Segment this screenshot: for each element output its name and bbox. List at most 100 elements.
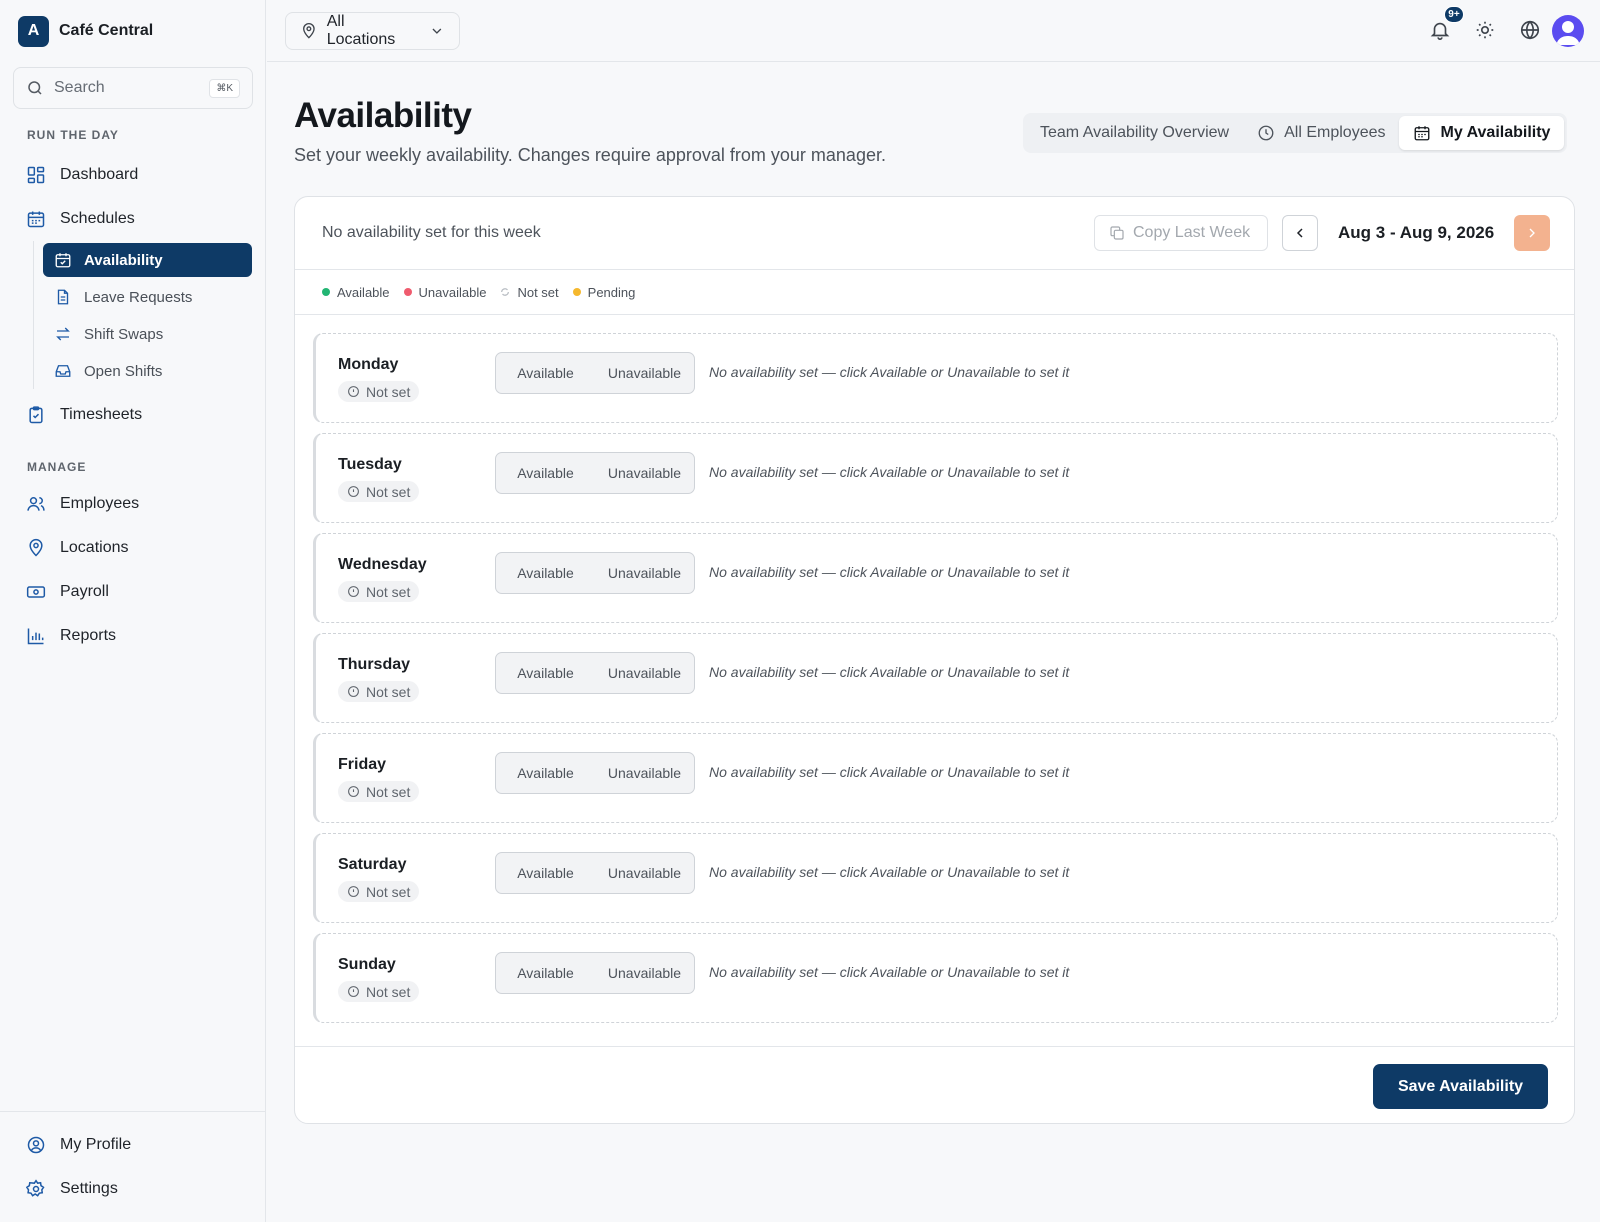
sidebar-item-leave-requests[interactable]: Leave Requests bbox=[43, 280, 252, 314]
availability-toggle: Available Unavailable bbox=[495, 952, 695, 994]
day-hint: No availability set — click Available or… bbox=[709, 964, 1070, 980]
tab-team-availability-overview[interactable]: Team Availability Overview bbox=[1026, 116, 1243, 150]
sidebar-item-schedules[interactable]: Schedules bbox=[26, 202, 135, 236]
sidebar-item-reports[interactable]: Reports bbox=[26, 619, 116, 653]
gear-icon bbox=[26, 1179, 45, 1197]
unavailable-button[interactable]: Unavailable bbox=[595, 865, 694, 881]
available-button[interactable]: Available bbox=[496, 665, 595, 681]
legend-label: Not set bbox=[517, 284, 559, 300]
unavailable-button[interactable]: Unavailable bbox=[595, 665, 694, 681]
info-circle-icon bbox=[348, 486, 359, 497]
week-status-text: No availability set for this week bbox=[322, 224, 541, 241]
search-placeholder: Search bbox=[54, 79, 105, 96]
legend-available: Available bbox=[322, 285, 390, 300]
sidebar-item-label: Reports bbox=[60, 627, 117, 644]
copy-icon bbox=[1110, 226, 1124, 240]
sidebar-item-label: Schedules bbox=[60, 210, 135, 227]
unavailable-button[interactable]: Unavailable bbox=[595, 365, 694, 381]
day-name: Monday bbox=[338, 356, 399, 373]
swap-arrows-icon bbox=[56, 327, 70, 341]
brand[interactable]: A Café Central bbox=[18, 15, 153, 47]
day-status-label: Not set bbox=[366, 983, 411, 1000]
day-hint: No availability set — click Available or… bbox=[709, 364, 1070, 380]
unavailable-button[interactable]: Unavailable bbox=[595, 465, 694, 481]
day-row-tuesday: Tuesday Not set Available Unavailable No… bbox=[313, 433, 1558, 523]
day-row-saturday: Saturday Not set Available Unavailable N… bbox=[313, 833, 1558, 923]
info-circle-icon bbox=[348, 586, 359, 597]
chevron-left-icon bbox=[1296, 228, 1303, 238]
bell-icon[interactable] bbox=[1429, 19, 1451, 41]
sidebar-item-payroll[interactable]: Payroll bbox=[26, 575, 109, 609]
search-input[interactable]: Search ⌘K bbox=[13, 67, 253, 109]
day-hint: No availability set — click Available or… bbox=[709, 464, 1070, 480]
section-run-the-day: RUN THE DAY bbox=[27, 128, 119, 142]
day-status-badge: Not set bbox=[338, 481, 420, 502]
available-button[interactable]: Available bbox=[496, 565, 595, 581]
available-dot bbox=[322, 288, 330, 296]
status-legend: Available Unavailable Not set Pending bbox=[295, 270, 1574, 315]
avatar[interactable] bbox=[1552, 15, 1584, 47]
info-circle-icon bbox=[348, 986, 359, 997]
sidebar-item-open-shifts[interactable]: Open Shifts bbox=[43, 354, 252, 388]
sidebar: A Café Central Search ⌘K RUN THE DAY Das… bbox=[0, 0, 266, 1222]
sidebar-item-label: Availability bbox=[84, 251, 163, 269]
sidebar-item-employees[interactable]: Employees bbox=[26, 487, 139, 521]
next-week-button[interactable] bbox=[1514, 215, 1550, 251]
day-status-badge: Not set bbox=[338, 781, 420, 802]
notification-badge: 9+ bbox=[1444, 6, 1464, 23]
available-button[interactable]: Available bbox=[496, 965, 595, 981]
available-button[interactable]: Available bbox=[496, 465, 595, 481]
globe-icon[interactable] bbox=[1519, 19, 1541, 41]
available-button[interactable]: Available bbox=[496, 365, 595, 381]
unavailable-dot bbox=[403, 288, 412, 296]
sidebar-item-label: Dashboard bbox=[60, 166, 139, 183]
map-pin-icon bbox=[29, 538, 43, 557]
location-selector-label: All Locations bbox=[326, 13, 396, 48]
location-selector[interactable]: All Locations bbox=[285, 12, 460, 50]
sidebar-item-timesheets[interactable]: Timesheets bbox=[26, 398, 142, 432]
users-icon bbox=[27, 497, 45, 511]
card-header: No availability set for this week Copy L… bbox=[295, 197, 1574, 270]
save-availability-button[interactable]: Save Availability bbox=[1373, 1064, 1548, 1109]
day-status-badge: Not set bbox=[338, 681, 420, 702]
search-icon bbox=[28, 81, 42, 95]
sidebar-item-my-profile[interactable]: My Profile bbox=[26, 1128, 131, 1162]
unavailable-button[interactable]: Unavailable bbox=[595, 965, 694, 981]
unavailable-button[interactable]: Unavailable bbox=[595, 765, 694, 781]
day-hint: No availability set — click Available or… bbox=[709, 864, 1070, 880]
day-hint: No availability set — click Available or… bbox=[709, 764, 1070, 780]
tab-my-availability[interactable]: My Availability bbox=[1399, 116, 1565, 150]
available-button[interactable]: Available bbox=[496, 765, 595, 781]
document-icon bbox=[57, 289, 69, 305]
sidebar-item-label: Shift Swaps bbox=[84, 325, 164, 343]
availability-toggle: Available Unavailable bbox=[495, 852, 695, 894]
user-avatar-icon bbox=[1556, 21, 1580, 45]
day-status-badge: Not set bbox=[338, 581, 420, 602]
tab-all-employees[interactable]: All Employees bbox=[1243, 116, 1399, 150]
sidebar-item-availability[interactable]: Availability bbox=[43, 243, 252, 277]
sidebar-item-locations[interactable]: Locations bbox=[26, 531, 129, 565]
sidebar-item-label: Locations bbox=[60, 539, 129, 556]
chevron-down-icon bbox=[432, 28, 442, 34]
sidebar-item-dashboard[interactable]: Dashboard bbox=[26, 158, 138, 192]
tab-label: Team Availability Overview bbox=[1040, 124, 1230, 141]
info-circle-icon bbox=[348, 386, 359, 397]
copy-last-week-label: Copy Last Week bbox=[1133, 224, 1251, 241]
availability-card: No availability set for this week Copy L… bbox=[294, 196, 1575, 1124]
sun-icon[interactable] bbox=[1474, 19, 1496, 41]
previous-week-button[interactable] bbox=[1282, 215, 1318, 251]
topbar: All Locations bbox=[267, 0, 1600, 62]
availability-toggle: Available Unavailable bbox=[495, 552, 695, 594]
sidebar-item-shift-swaps[interactable]: Shift Swaps bbox=[43, 317, 252, 351]
unavailable-button[interactable]: Unavailable bbox=[595, 565, 694, 581]
legend-pending: Pending bbox=[572, 285, 635, 300]
tab-label: My Availability bbox=[1440, 124, 1551, 141]
available-button[interactable]: Available bbox=[496, 865, 595, 881]
copy-last-week-button[interactable]: Copy Last Week bbox=[1094, 215, 1268, 251]
clipboard-check-icon bbox=[29, 406, 43, 424]
day-name: Saturday bbox=[338, 856, 407, 873]
legend-not-set: Not set bbox=[500, 284, 559, 300]
sidebar-item-settings[interactable]: Settings bbox=[26, 1172, 118, 1206]
page-title: Availability bbox=[294, 96, 472, 135]
day-name: Wednesday bbox=[338, 556, 427, 573]
